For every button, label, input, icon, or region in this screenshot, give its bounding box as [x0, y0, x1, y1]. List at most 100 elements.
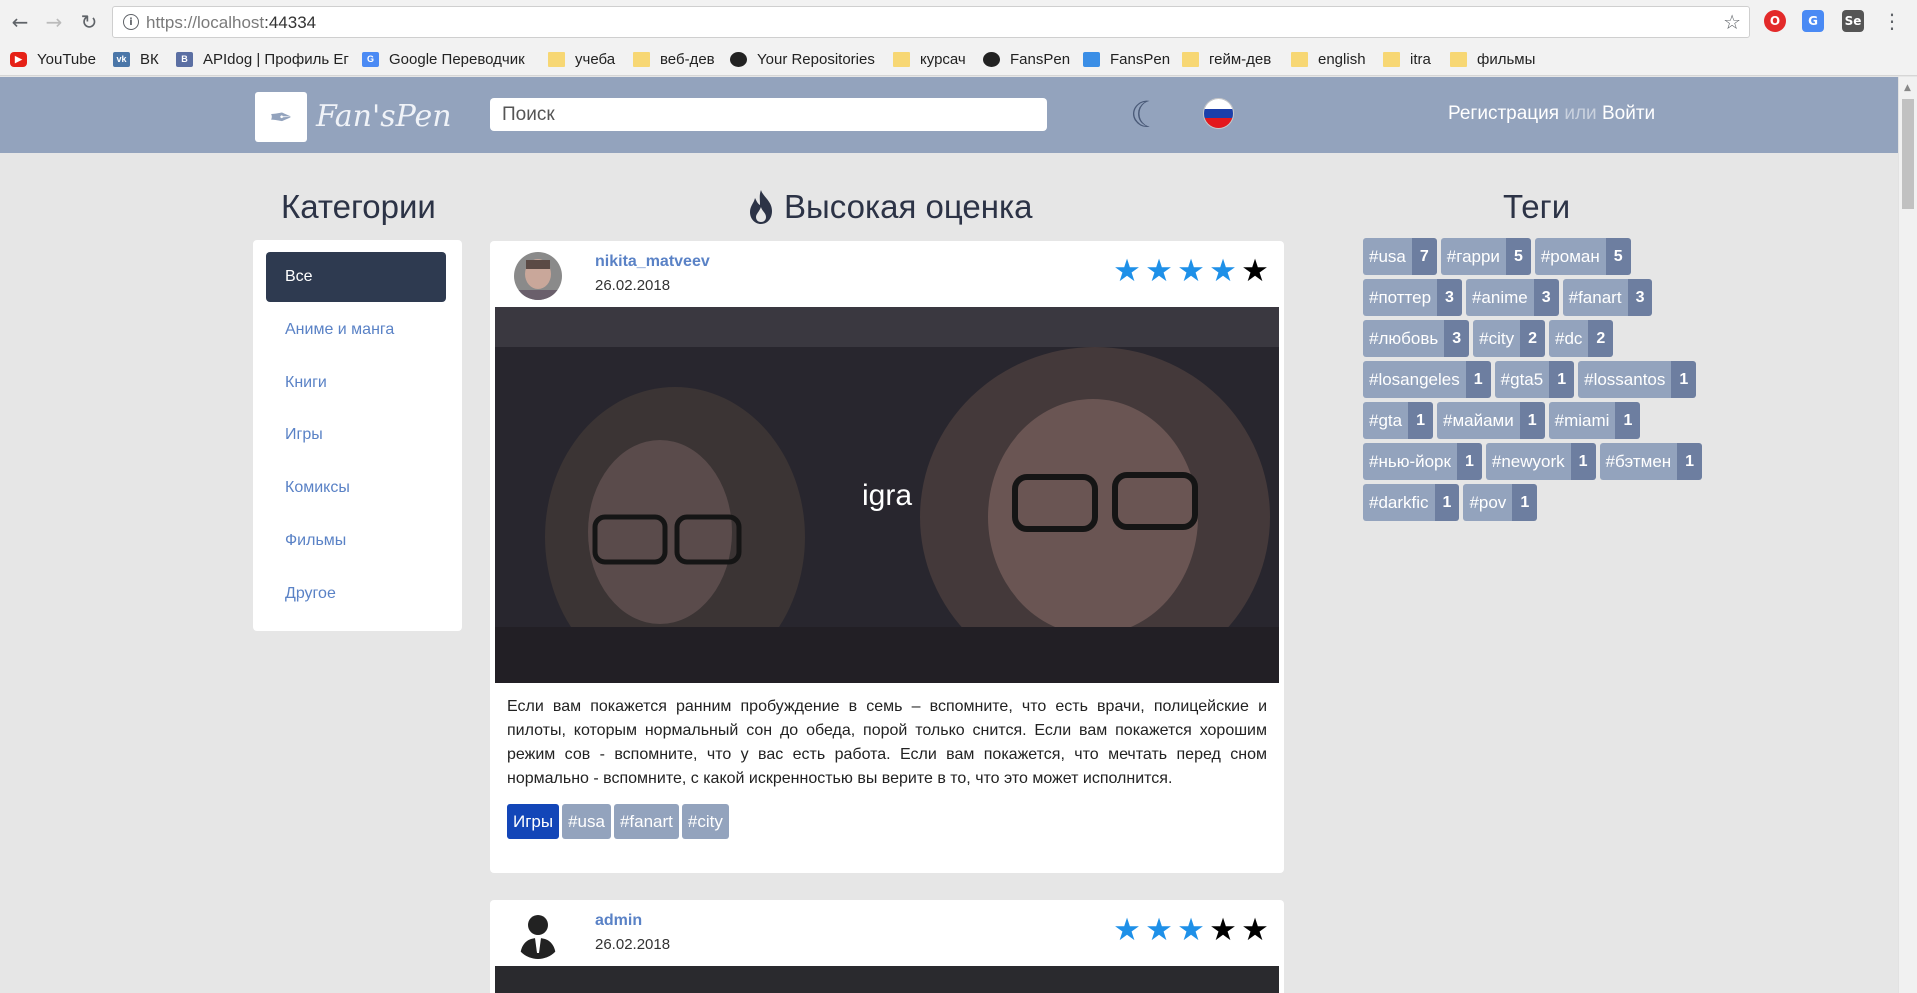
tag-item[interactable]: #поттер 3	[1363, 279, 1462, 316]
russian-flag-icon[interactable]	[1203, 98, 1234, 129]
categories-panel: Все Аниме и манга Книги Игры Комиксы Фил…	[253, 240, 462, 631]
tag-item[interactable]: #fanart 3	[1562, 279, 1653, 316]
category-item-all[interactable]: Все	[266, 252, 446, 302]
site-info-icon[interactable]: i	[123, 14, 139, 30]
tag-cloud: #usa 7 #гарри 5 #роман 5 #поттер 3 #anime 3 #…	[1363, 238, 1703, 525]
tag-item[interactable]: #роман 5	[1534, 238, 1631, 275]
selenium-extension-icon[interactable]: Se	[1842, 10, 1864, 32]
tag-item[interactable]: #city 2	[1473, 320, 1545, 357]
star-icon[interactable]: ★	[1111, 914, 1143, 946]
tag-name: #нью-йорк	[1363, 443, 1457, 480]
avatar[interactable]	[514, 252, 562, 300]
search-input[interactable]	[490, 98, 1047, 131]
post-rating[interactable]: ★ ★ ★ ★ ★	[1111, 255, 1271, 287]
tag-item[interactable]: #dc 2	[1549, 320, 1614, 357]
tag-name: #бэтмен	[1599, 443, 1678, 480]
star-icon[interactable]: ★	[1175, 914, 1207, 946]
star-icon[interactable]: ★	[1143, 914, 1175, 946]
tag-item[interactable]: #gta 1	[1363, 402, 1433, 439]
tag-name: #anime	[1465, 279, 1534, 316]
tag-item[interactable]: #newyork 1	[1485, 443, 1596, 480]
night-mode-moon-icon[interactable]: ☾	[1130, 95, 1162, 136]
bookmark-folder-gamedev[interactable]: гейм-дев	[1182, 49, 1271, 69]
tag-count: 1	[1671, 361, 1697, 398]
category-item-comics[interactable]: Комиксы	[266, 463, 446, 513]
post-author[interactable]: nikita_matveev	[595, 253, 710, 271]
tags-title: Теги	[1503, 188, 1571, 225]
tag-item[interactable]: #lossantos 1	[1578, 361, 1697, 398]
tag-item[interactable]: #майами 1	[1437, 402, 1545, 439]
post-cover-image[interactable]: igra	[495, 307, 1279, 683]
post-rating[interactable]: ★ ★ ★ ★ ★	[1111, 914, 1271, 946]
category-item-books[interactable]: Книги	[266, 358, 446, 408]
bookmark-label: FansPen	[1110, 50, 1171, 68]
tag-item[interactable]: #gta5 1	[1494, 361, 1575, 398]
bookmark-fanspen-github[interactable]: FansPen	[983, 49, 1070, 69]
tag-item[interactable]: #бэтмен 1	[1599, 443, 1703, 480]
forward-icon[interactable]: →	[42, 10, 66, 34]
tag-count: 3	[1444, 320, 1470, 357]
opera-extension-icon[interactable]: O	[1764, 10, 1786, 32]
bookmark-youtube[interactable]: ▶ YouTube	[10, 49, 96, 69]
tag-item[interactable]: #losangeles 1	[1363, 361, 1491, 398]
tag-count: 5	[1605, 238, 1631, 275]
tag-name: #newyork	[1485, 443, 1571, 480]
reload-icon[interactable]: ↻	[77, 10, 101, 34]
bookmark-folder-itra[interactable]: itra	[1383, 49, 1431, 69]
bookmark-folder-kursach[interactable]: курсач	[893, 49, 966, 69]
register-link[interactable]: Регистрация	[1448, 103, 1559, 124]
bookmark-folder-webdev[interactable]: веб-дев	[633, 49, 715, 69]
star-icon[interactable]: ★	[1239, 914, 1271, 946]
star-icon[interactable]: ★	[1175, 255, 1207, 287]
scroll-up-arrow-icon[interactable]: ▲	[1904, 83, 1911, 93]
post-tag[interactable]: #fanart	[613, 804, 679, 839]
post-tags: Игры #usa #fanart #city	[507, 804, 729, 839]
bookmark-label: учеба	[575, 50, 616, 68]
bookmark-label: веб-дев	[660, 50, 715, 68]
address-bar[interactable]: i https://localhost:44334 ☆	[112, 6, 1750, 38]
bookmark-vk[interactable]: vk ВК	[113, 49, 159, 69]
bookmark-apidog[interactable]: B APIdog | Профиль Ег	[176, 49, 349, 69]
menu-dots-icon[interactable]: ⋮	[1880, 9, 1904, 33]
bookmark-star-icon[interactable]: ☆	[1723, 10, 1741, 34]
tag-item[interactable]: #darkfic 1	[1363, 484, 1460, 521]
back-icon[interactable]: ←	[8, 10, 32, 34]
tag-count: 1	[1570, 443, 1596, 480]
star-icon[interactable]: ★	[1111, 255, 1143, 287]
avatar[interactable]	[514, 911, 562, 959]
star-icon[interactable]: ★	[1143, 255, 1175, 287]
post-author[interactable]: admin	[595, 912, 642, 930]
tag-item[interactable]: #usa 7	[1363, 238, 1437, 275]
bookmark-folder-english[interactable]: english	[1291, 49, 1366, 69]
post-category-tag[interactable]: Игры	[507, 804, 560, 839]
tag-item[interactable]: #любовь 3	[1363, 320, 1470, 357]
tag-item[interactable]: #гарри 5	[1440, 238, 1531, 275]
bookmark-folder-ucheba[interactable]: учеба	[548, 49, 615, 69]
logo-text[interactable]: Fan'sPen	[316, 99, 452, 134]
tag-name: #usa	[1363, 238, 1412, 275]
login-link[interactable]: Войти	[1602, 103, 1655, 124]
bookmark-google-translate[interactable]: G Google Переводчик	[362, 49, 525, 69]
star-icon[interactable]: ★	[1239, 255, 1271, 287]
star-icon[interactable]: ★	[1207, 914, 1239, 946]
tag-item[interactable]: #нью-йорк 1	[1363, 443, 1482, 480]
tag-item[interactable]: #anime 3	[1465, 279, 1559, 316]
post-tag[interactable]: #usa	[562, 804, 611, 839]
tag-item[interactable]: #pov 1	[1463, 484, 1538, 521]
category-item-other[interactable]: Другое	[266, 569, 446, 619]
post-tag[interactable]: #city	[681, 804, 729, 839]
google-translate-extension-icon[interactable]: G	[1802, 10, 1824, 32]
category-item-films[interactable]: Фильмы	[266, 516, 446, 566]
page-scrollbar[interactable]: ▲	[1898, 77, 1917, 993]
tag-item[interactable]: #miami 1	[1548, 402, 1641, 439]
bookmark-folder-filmy[interactable]: фильмы	[1450, 49, 1535, 69]
quill-logo-icon[interactable]: ✒	[255, 92, 307, 142]
bookmark-your-repositories[interactable]: Your Repositories	[730, 49, 875, 69]
post-cover-image[interactable]	[495, 966, 1279, 993]
star-icon[interactable]: ★	[1207, 255, 1239, 287]
category-item-games[interactable]: Игры	[266, 410, 446, 460]
scroll-thumb[interactable]	[1902, 99, 1914, 209]
category-item-anime[interactable]: Аниме и манга	[266, 305, 446, 355]
bookmark-fanspen[interactable]: FansPen	[1083, 49, 1170, 69]
youtube-icon: ▶	[10, 51, 27, 67]
